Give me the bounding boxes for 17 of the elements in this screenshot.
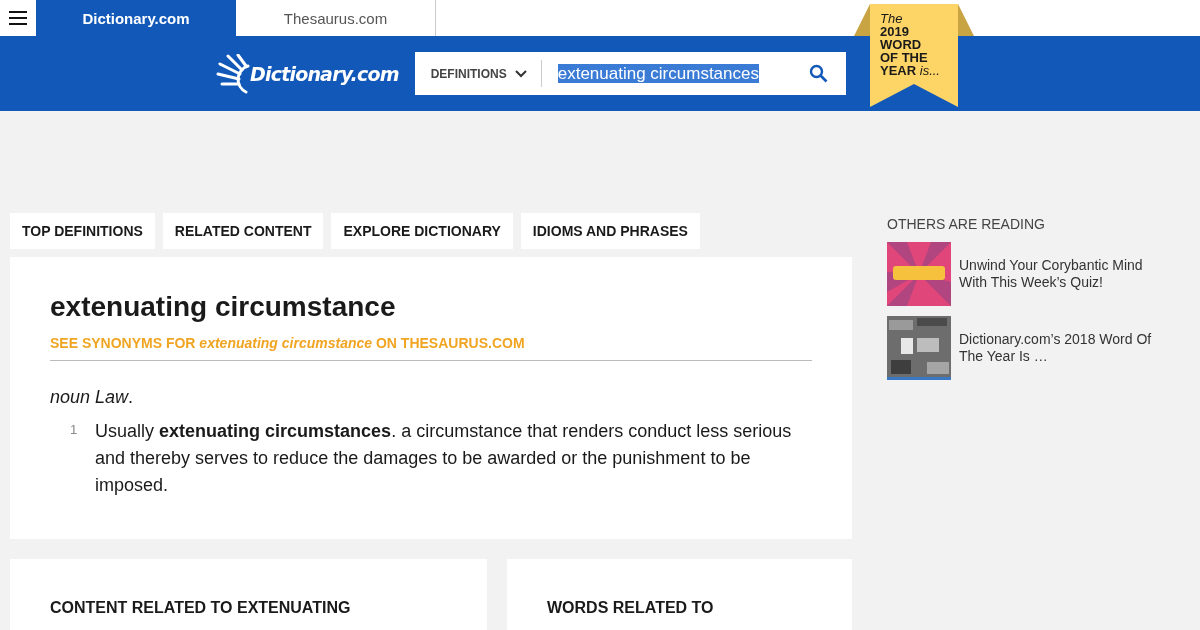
- article-link[interactable]: Unwind Your Corybantic Mind With This Week’s Quiz!: [959, 257, 1164, 291]
- article-link[interactable]: Dictionary.com’s 2018 Word Of The Year Is …: [959, 331, 1164, 365]
- section-tab[interactable]: EXPLORE DICTIONARY: [331, 213, 513, 249]
- logo-text: Dictionary.com: [250, 62, 399, 85]
- card-heading: CONTENT RELATED TO EXTENUATING: [50, 598, 352, 618]
- section-tab[interactable]: IDIOMS AND PHRASES: [520, 213, 700, 249]
- section-tab[interactable]: RELATED CONTENT: [162, 213, 324, 249]
- definition-text: Usually extenuating circumstances. a circumstance that renders conduct less serious and thereby serves to reduce the damages to be awarded or the punishment to be imposed.: [95, 420, 793, 497]
- sidebar-heading: OTHERS ARE READING: [887, 216, 1046, 232]
- part-of-speech: noun Law.: [50, 387, 135, 408]
- search-icon[interactable]: [808, 64, 828, 83]
- card-heading: WORDS RELATED TO: [547, 598, 715, 618]
- site-tab[interactable]: Dictionary.com: [36, 0, 236, 36]
- section-tab[interactable]: TOP DEFINITIONS: [10, 213, 155, 249]
- definition-number: 1: [69, 421, 79, 439]
- caret-icon: [514, 69, 527, 78]
- headword: extenuating circumstance: [50, 291, 397, 323]
